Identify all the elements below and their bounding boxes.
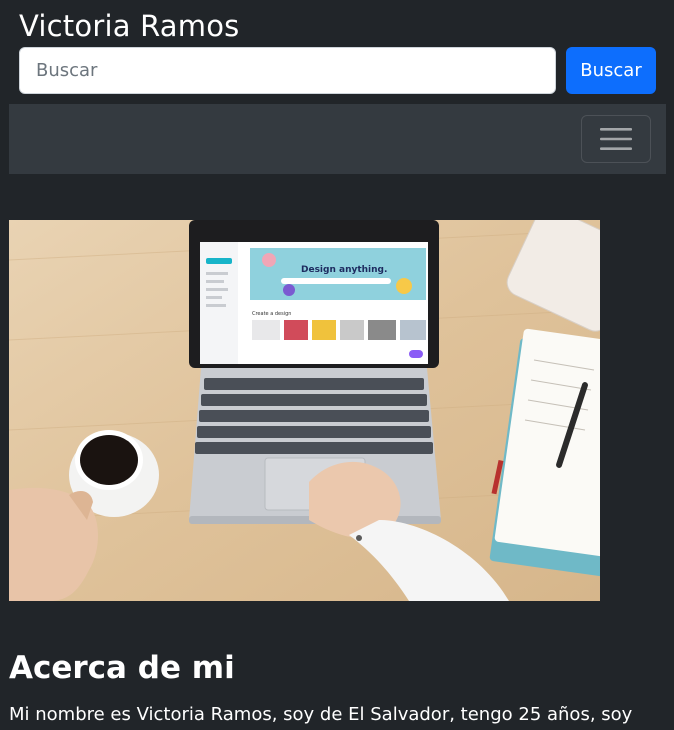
about-paragraph: Mi nombre es Victoria Ramos, soy de El S… xyxy=(9,704,633,725)
navbar-toggler-button[interactable] xyxy=(581,115,651,163)
hero-image: Design anything. Create a design xyxy=(9,220,600,601)
navbar xyxy=(9,104,666,174)
about-title: Acerca de mi xyxy=(9,650,235,686)
screen-headline: Design anything. xyxy=(301,265,387,275)
laptop-desk-photo: Design anything. Create a design xyxy=(9,220,600,601)
screen-section-heading: Create a design xyxy=(252,311,291,317)
search-button[interactable]: Buscar xyxy=(566,47,656,94)
search-input[interactable] xyxy=(19,47,556,94)
site-brand[interactable]: Victoria Ramos xyxy=(19,6,239,46)
hamburger-menu-icon xyxy=(600,128,632,150)
